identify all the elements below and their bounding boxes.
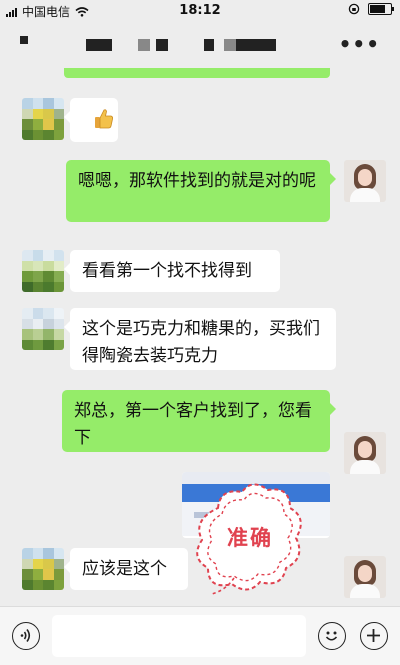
message-text: 嗯嗯，那软件找到的就是对的呢 [78,171,316,191]
message-bubble-emoji[interactable] [64,98,118,142]
message-input[interactable] [52,615,306,657]
contact-avatar[interactable] [22,548,64,590]
smiley-icon [325,631,338,641]
previous-message-bubble [64,68,330,78]
emoji-button[interactable] [318,622,346,650]
annotation-cloud: 准确 [190,478,310,598]
chat-header: ••• [0,22,400,68]
more-functions-button[interactable] [360,622,388,650]
clock: 18:12 [179,3,221,18]
contact-avatar[interactable] [22,98,64,140]
my-avatar[interactable] [344,432,386,474]
voice-input-button[interactable] [12,622,40,650]
message-bubble-incoming[interactable]: 应该是这个 [64,548,188,590]
annotation-text: 准确 [227,526,273,550]
chat-input-bar [0,606,400,665]
plus-icon [367,629,380,642]
avatar-mosaic [22,98,64,140]
chat-title-redacted [86,39,286,51]
message-bubble-outgoing[interactable]: 郑总，第一个客户找到了，您看下 [62,390,336,452]
message-text: 郑总，第一个客户找到了，您看下 [74,401,312,448]
orientation-lock-icon [348,3,360,15]
avatar-mosaic [22,308,64,350]
message-bubble-incoming[interactable]: 这个是巧克力和糖果的，买我们得陶瓷去装巧克力 [64,308,336,370]
battery-icon [368,3,394,15]
more-options-icon[interactable]: ••• [339,32,380,56]
thumbs-up-icon [95,109,113,129]
avatar-mosaic [22,250,64,292]
message-bubble-outgoing[interactable]: 嗯嗯，那软件找到的就是对的呢 [66,160,336,222]
message-text: 看看第一个找不找得到 [82,261,252,281]
my-avatar[interactable] [344,160,386,202]
status-bar: 中国电信 18:12 [0,0,400,22]
contact-avatar[interactable] [22,308,64,350]
message-list[interactable]: 嗯嗯，那软件找到的就是对的呢 看看第一个找不找得到 这个是巧克力和糖果的，买我们… [0,68,400,606]
my-avatar[interactable] [344,556,386,598]
back-icon[interactable] [20,36,28,44]
message-bubble-incoming[interactable]: 看看第一个找不找得到 [64,250,280,292]
contact-avatar[interactable] [22,250,64,292]
message-text: 应该是这个 [82,559,167,579]
message-text: 这个是巧克力和糖果的，买我们得陶瓷去装巧克力 [82,319,320,366]
voice-icon [20,629,31,642]
avatar-mosaic [22,548,64,590]
